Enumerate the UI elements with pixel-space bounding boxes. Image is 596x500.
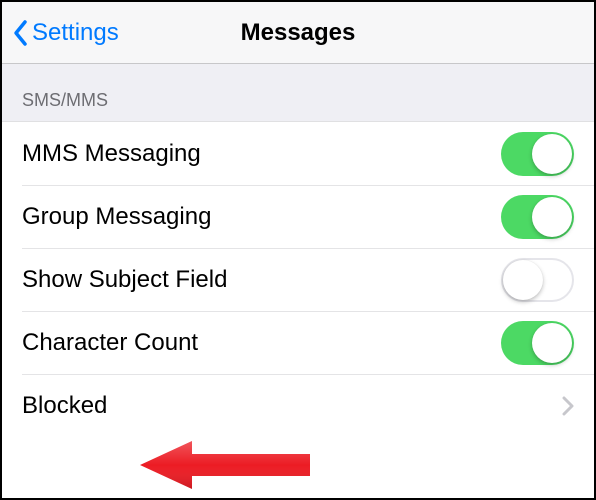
character-count-label: Character Count bbox=[22, 329, 198, 357]
annotation-arrow bbox=[140, 438, 310, 492]
group-messaging-switch[interactable] bbox=[501, 195, 574, 239]
switch-knob bbox=[503, 260, 543, 300]
navigation-bar: Settings Messages bbox=[2, 2, 594, 64]
blocked-label: Blocked bbox=[22, 392, 107, 420]
mms-messaging-label: MMS Messaging bbox=[22, 140, 201, 168]
back-label: Settings bbox=[32, 19, 119, 47]
section-header: SMS/MMS bbox=[2, 64, 594, 122]
settings-list: MMS Messaging Group Messaging Show Subje… bbox=[2, 122, 594, 437]
switch-knob bbox=[532, 323, 572, 363]
switch-knob bbox=[532, 134, 572, 174]
chevron-left-icon bbox=[12, 19, 28, 47]
mms-messaging-row[interactable]: MMS Messaging bbox=[2, 122, 594, 185]
back-button[interactable]: Settings bbox=[2, 19, 119, 47]
group-messaging-row[interactable]: Group Messaging bbox=[2, 185, 594, 248]
page-title: Messages bbox=[241, 19, 356, 47]
chevron-right-icon bbox=[562, 396, 574, 416]
switch-knob bbox=[532, 197, 572, 237]
mms-messaging-switch[interactable] bbox=[501, 132, 574, 176]
show-subject-field-row[interactable]: Show Subject Field bbox=[2, 248, 594, 311]
character-count-row[interactable]: Character Count bbox=[2, 311, 594, 374]
character-count-switch[interactable] bbox=[501, 321, 574, 365]
show-subject-field-label: Show Subject Field bbox=[22, 266, 227, 294]
blocked-row[interactable]: Blocked bbox=[2, 374, 594, 437]
show-subject-field-switch[interactable] bbox=[501, 258, 574, 302]
group-messaging-label: Group Messaging bbox=[22, 203, 211, 231]
